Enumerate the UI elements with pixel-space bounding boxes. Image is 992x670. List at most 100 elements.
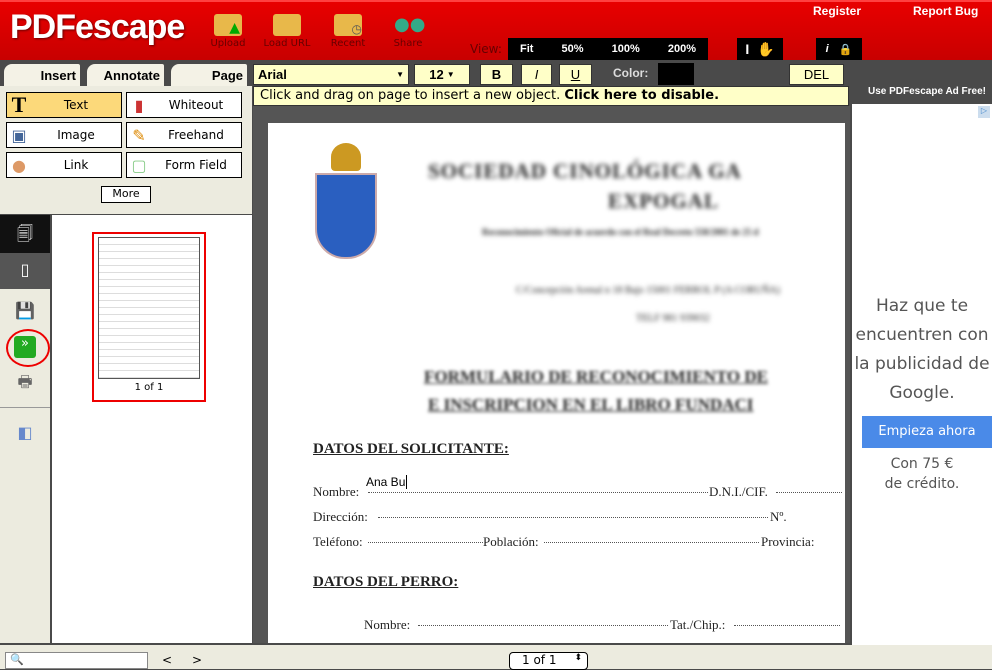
coat-of-arms-image (314, 143, 378, 269)
share-label: Share (393, 38, 423, 49)
disable-hint-link[interactable]: Click here to disable. (564, 88, 719, 103)
italic-button[interactable]: I (521, 64, 552, 85)
share-button[interactable]: ●● Share (383, 14, 433, 49)
field-chip: Tat./Chip.: (670, 617, 726, 632)
ad-text: Haz que te encuentren con la publicidad … (854, 296, 990, 403)
tool-link[interactable]: ● Link (6, 152, 122, 178)
page-select[interactable]: 1 of 1 ⬍ (509, 652, 588, 670)
tab-annotate[interactable]: Annotate (87, 64, 164, 86)
underline-button[interactable]: U (559, 64, 592, 85)
doc-subtitle: Reconocimiento Oficial de acuerdo con el… (482, 227, 759, 237)
ad-free-link[interactable]: Use PDFescape Ad Free! (868, 86, 986, 97)
tool-text[interactable]: T Text (6, 92, 122, 118)
page-thumbnail[interactable] (98, 237, 200, 379)
field-numero: Nº. (770, 509, 787, 524)
tool-label: Whiteout (168, 98, 224, 112)
load-url-label: Load URL (263, 38, 311, 49)
search-icon: 🔍 (10, 653, 24, 666)
pdf-page[interactable]: SOCIEDAD CINOLÓGICA GA EXPOGAL Reconocim… (268, 123, 845, 643)
bottom-bar: 🔍 < > 1 of 1 ⬍ (0, 645, 992, 670)
font-select[interactable]: Arial ▼ (253, 64, 409, 85)
image-icon: ▣ (11, 125, 27, 145)
info-text: Click and drag on page to insert a new o… (260, 88, 565, 103)
stepper-icon: ⬍ (574, 653, 582, 663)
form-field-icon: ▢ (131, 155, 147, 175)
insert-tools-panel: T Text ▮ Whiteout ▣ Image ✎ Freehand ● Link ▢… (0, 86, 252, 214)
recent-button[interactable]: ◷ Recent (323, 14, 373, 49)
tool-label: Link (63, 158, 89, 172)
ad-cta-button[interactable]: Empieza ahora (862, 416, 992, 448)
view-100[interactable]: 100% (600, 43, 652, 55)
info-icon[interactable]: i (826, 43, 829, 55)
next-page-button[interactable]: > (192, 653, 202, 667)
recent-label: Recent (330, 38, 366, 49)
pages-icon[interactable]: 🗐 (14, 223, 36, 245)
tool-freehand[interactable]: ✎ Freehand (126, 122, 242, 148)
doc-form-title: FORMULARIO DE RECONOCIMIENTO DE (424, 367, 768, 386)
logo[interactable]: PDFescape (10, 8, 185, 47)
font-size-value: 12 (429, 67, 444, 82)
tool-whiteout[interactable]: ▮ Whiteout (126, 92, 242, 118)
view-200[interactable]: 200% (656, 43, 708, 55)
report-bug-link[interactable]: Report Bug (913, 4, 978, 18)
side-toolbar: 🗐 ▯ 💾 » 🖶 ◧ (0, 215, 50, 643)
doc-phone: TELF 981 939032 (636, 313, 710, 324)
field-nombre: Nombre: (313, 484, 360, 499)
page-select-value: 1 of 1 (522, 653, 557, 667)
view-50[interactable]: 50% (550, 43, 596, 55)
share-icon: ●● (394, 14, 426, 35)
doc-title-2: EXPOGAL (608, 189, 719, 213)
doc-form-title-2: E INSCRIPCION EN EL LIBRO FUNDACI (428, 395, 754, 414)
lock-icon[interactable]: 🔒 (839, 43, 853, 56)
section-perro: DATOS DEL PERRO: (313, 574, 459, 590)
tool-label: Form Field (165, 158, 227, 172)
view-fit[interactable]: Fit (508, 43, 545, 55)
google-ad[interactable]: ▷ Haz que te encuentren con la publicida… (852, 104, 992, 669)
view-zoom-group: Fit 50% 100% 200% (508, 38, 708, 60)
field-nombre-perro: Nombre: (364, 617, 411, 632)
font-size-select[interactable]: 12 ▼ (414, 64, 470, 85)
doc-title: SOCIEDAD CINOLÓGICA GA (428, 159, 742, 183)
info-bar: Click and drag on page to insert a new o… (253, 86, 849, 106)
recent-icon: ◷ (334, 14, 362, 36)
chevron-down-icon: ▼ (396, 70, 404, 79)
prev-page-button[interactable]: < (162, 653, 172, 667)
tab-insert[interactable]: Insert (4, 64, 80, 86)
chevron-down-icon: ▼ (446, 70, 455, 79)
section-solicitante: DATOS DEL SOLICITANTE: (313, 441, 509, 457)
bold-button[interactable]: B (480, 64, 513, 85)
whiteout-icon: ▮ (134, 95, 144, 115)
color-swatch[interactable] (658, 63, 694, 85)
text-cursor-icon[interactable]: I (745, 41, 749, 57)
tab-page[interactable]: Page (171, 64, 247, 86)
highlight-circle (6, 329, 50, 367)
search-input[interactable]: 🔍 (5, 652, 148, 669)
print-icon[interactable]: 🖶 (14, 371, 36, 393)
info-tools: i 🔒 (816, 38, 862, 60)
field-dni: D.N.I./CIF. (709, 484, 768, 499)
ad-panel: Use PDFescape Ad Free! (850, 85, 992, 104)
link-icon: ● (12, 155, 26, 175)
more-button[interactable]: More (101, 186, 151, 203)
tool-label: Image (57, 128, 95, 142)
field-provincia: Provincia: (761, 534, 815, 549)
ad-choices-icon[interactable]: ▷ (978, 106, 990, 118)
doc-address: C/Concepción Arenal n 18 Bajo 15001 FERR… (516, 285, 780, 296)
hand-icon[interactable]: ✋ (757, 41, 774, 58)
layers-icon[interactable]: ◧ (14, 423, 36, 445)
save-icon[interactable]: 💾 (14, 301, 36, 323)
delete-button[interactable]: DEL (789, 64, 844, 85)
font-value: Arial (258, 67, 287, 82)
ad-offer: Con 75 € (890, 456, 954, 472)
load-url-button[interactable]: Load URL (262, 14, 312, 49)
register-link[interactable]: Register (813, 4, 861, 18)
tool-image[interactable]: ▣ Image (6, 122, 122, 148)
upload-button[interactable]: ▲ Upload (203, 14, 253, 49)
upload-icon: ▲ (214, 14, 242, 36)
upload-label: Upload (210, 38, 246, 49)
thumbnail-panel: 1 of 1 (52, 215, 252, 643)
tool-form-field[interactable]: ▢ Form Field (126, 152, 242, 178)
bookmark-page-icon[interactable]: ▯ (14, 260, 36, 282)
tool-label: Freehand (168, 128, 224, 142)
typed-text-field[interactable]: Ana Bu (366, 475, 408, 489)
